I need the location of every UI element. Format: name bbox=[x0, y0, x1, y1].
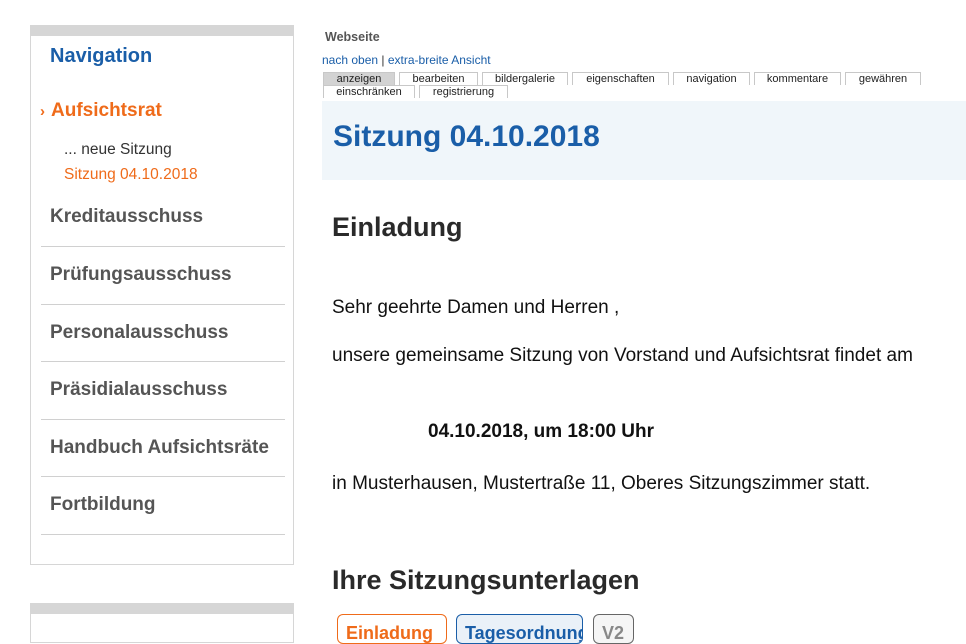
tab-anzeigen[interactable]: anzeigen bbox=[323, 72, 395, 85]
tab-row-1: anzeigen bearbeiten bildergalerie eigens… bbox=[323, 72, 943, 85]
sidebar-item-kreditausschuss[interactable]: Kreditausschuss bbox=[41, 190, 285, 247]
tab-bearbeiten[interactable]: bearbeiten bbox=[399, 72, 478, 85]
body-text: unsere gemeinsame Sitzung von Vorstand u… bbox=[332, 345, 913, 366]
tab-eigenschaften[interactable]: eigenschaften bbox=[572, 72, 669, 85]
tab-bar: anzeigen bearbeiten bildergalerie eigens… bbox=[323, 72, 943, 98]
sidebar-item-praesidialausschuss[interactable]: Präsidialausschuss bbox=[41, 362, 285, 420]
greeting-text: Sehr geehrte Damen und Herren , bbox=[332, 297, 620, 318]
tab-navigation[interactable]: navigation bbox=[673, 72, 750, 85]
sidebar-item-aufsichtsrat[interactable]: › Aufsichtsrat bbox=[40, 100, 162, 122]
sidebar-subitem-current-session[interactable]: Sitzung 04.10.2018 bbox=[64, 166, 198, 184]
invitation-heading: Einladung bbox=[332, 212, 463, 242]
link-extra-breite-ansicht[interactable]: extra-breite Ansicht bbox=[388, 53, 491, 67]
einladung-button[interactable]: Einladung bbox=[337, 614, 447, 644]
sidebar-top-bar bbox=[31, 25, 293, 36]
tab-bildergalerie[interactable]: bildergalerie bbox=[482, 72, 568, 85]
sidebar-second-box bbox=[30, 603, 294, 643]
page-title-box: Sitzung 04.10.2018 bbox=[322, 101, 966, 180]
sidebar-top-bar bbox=[31, 603, 293, 614]
sidebar-item-label: Aufsichtsrat bbox=[51, 100, 162, 121]
tagesordnung-button[interactable]: Tagesordnung bbox=[456, 614, 583, 644]
sidebar-subitem-neue-sitzung[interactable]: ... neue Sitzung bbox=[64, 141, 172, 159]
sidebar-item-personalausschuss[interactable]: Personalausschuss bbox=[41, 305, 285, 362]
tab-row-2: einschränken registrierung bbox=[323, 85, 943, 98]
documents-heading: Ihre Sitzungsunterlagen bbox=[332, 565, 640, 595]
location-text: in Musterhausen, Mustertraße 11, Oberes … bbox=[332, 473, 871, 494]
site-label: Webseite bbox=[325, 30, 380, 44]
sidebar-item-pruefungsausschuss[interactable]: Prüfungsausschuss bbox=[41, 247, 285, 305]
chevron-right-icon: › bbox=[40, 102, 45, 120]
sidebar-item-list: Kreditausschuss Prüfungsausschuss Person… bbox=[41, 190, 285, 535]
link-nach-oben[interactable]: nach oben bbox=[322, 53, 378, 67]
sidebar-item-fortbildung[interactable]: Fortbildung bbox=[41, 477, 285, 535]
top-links: nach oben | extra-breite Ansicht bbox=[322, 53, 491, 67]
v2-button[interactable]: V2 bbox=[593, 614, 634, 644]
tab-kommentare[interactable]: kommentare bbox=[754, 72, 841, 85]
sidebar-navigation: Navigation › Aufsichtsrat ... neue Sitzu… bbox=[30, 25, 294, 565]
date-line: 04.10.2018, um 18:00 Uhr bbox=[428, 421, 655, 442]
tab-registrierung[interactable]: registrierung bbox=[419, 85, 508, 98]
page-title: Sitzung 04.10.2018 bbox=[333, 120, 600, 153]
link-separator: | bbox=[381, 53, 385, 67]
tab-gewaehren[interactable]: gewähren bbox=[845, 72, 921, 85]
tab-einschraenken[interactable]: einschränken bbox=[323, 85, 415, 98]
sidebar-item-handbuch[interactable]: Handbuch Aufsichtsräte bbox=[41, 420, 285, 477]
navigation-heading: Navigation bbox=[50, 45, 153, 67]
